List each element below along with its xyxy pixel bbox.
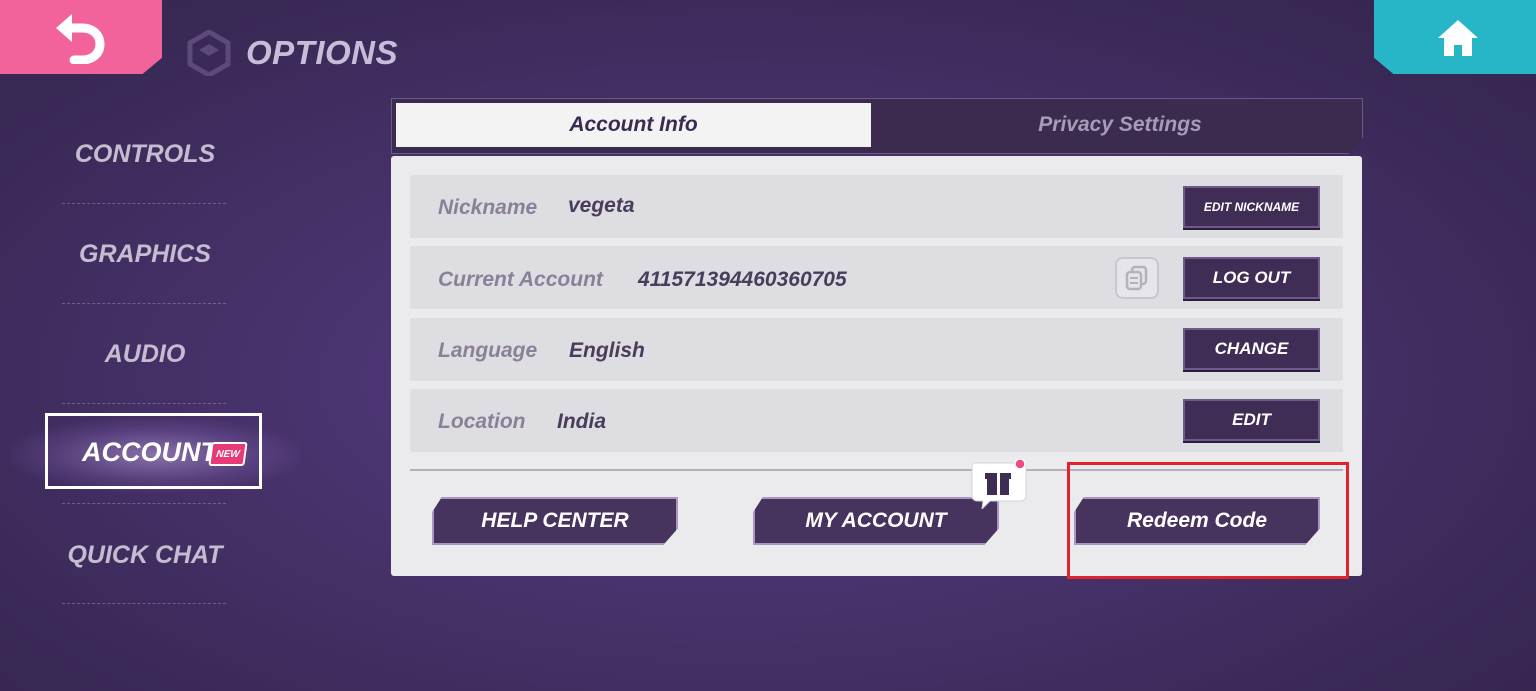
edit-nickname-button[interactable]: EDIT NICKNAME [1183,186,1320,228]
tab-account-info[interactable]: Account Info [396,103,871,147]
tab-privacy-settings[interactable]: Privacy Settings [880,103,1360,147]
new-badge: NEW [208,442,248,466]
language-value: English [569,339,645,362]
sidebar-divider [62,603,226,604]
copy-account-button[interactable] [1115,257,1159,299]
sidebar-item-quick-chat[interactable]: QUICK CHAT [40,541,250,570]
log-out-button[interactable]: LOG OUT [1183,257,1320,299]
nickname-label: Nickname [438,196,538,219]
edit-location-button[interactable]: EDIT [1183,399,1320,441]
location-label: Location [438,410,526,433]
change-language-button[interactable]: CHANGE [1183,328,1320,370]
language-label: Language [438,339,538,362]
current-account-label: Current Account [438,268,603,291]
current-account-value: 411571394460360705 [638,268,847,291]
page-title: OPTIONS [246,34,399,71]
redeem-code-highlight [1067,462,1349,579]
sidebar-divider [62,303,226,304]
sidebar-item-audio[interactable]: AUDIO [40,340,250,369]
sidebar-divider [62,403,226,404]
sidebar-item-graphics[interactable]: GRAPHICS [40,240,250,269]
help-center-button[interactable]: HELP CENTER [432,497,678,545]
location-value: India [557,410,607,433]
my-account-button[interactable]: MY ACCOUNT [753,497,999,545]
back-arrow-icon [56,14,105,64]
sidebar-divider [62,203,226,204]
game-logo-icon [187,30,231,76]
nickname-value: vegeta [568,194,635,217]
sidebar-item-account-label: ACCOUNT [82,437,217,467]
sidebar-item-controls[interactable]: CONTROLS [40,140,250,169]
gift-icon [971,459,1027,509]
sidebar-divider [62,503,226,504]
copy-icon [1125,265,1148,291]
home-button[interactable] [1374,0,1536,74]
back-button[interactable] [0,0,162,74]
home-icon [1438,20,1478,56]
